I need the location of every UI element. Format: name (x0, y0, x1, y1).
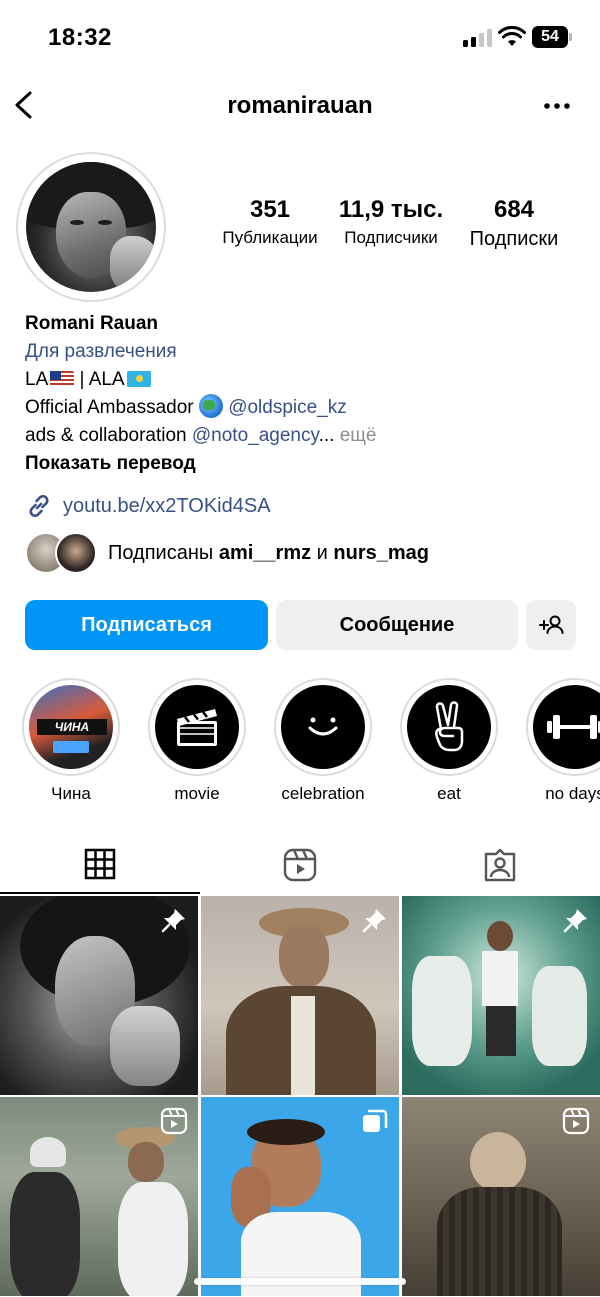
link-icon (29, 494, 49, 518)
followed-by[interactable]: Подписаны ami__rmz и nurs_mag (25, 532, 585, 576)
pin-icon (161, 909, 185, 933)
bio-more-link[interactable]: ещё (340, 425, 377, 446)
bio-ellipsis: ... (318, 425, 335, 446)
stat-posts-label: Публикации (222, 228, 318, 247)
stat-following-label: Подписки (469, 228, 559, 250)
status-bar: 18:32 54 (0, 0, 600, 76)
pin-icon (362, 909, 386, 933)
profile-category[interactable]: Для развлечения (25, 338, 585, 366)
profile-tabs (0, 836, 600, 894)
mention-oldspice[interactable]: @oldspice_kz (228, 397, 347, 418)
post-thumbnail[interactable] (402, 1097, 600, 1296)
clapperboard-icon (177, 709, 217, 746)
bio-ambassador-line: Official Ambassador @oldspice_kz (25, 394, 585, 422)
stat-posts[interactable]: 351 Публикации (208, 196, 332, 248)
battery-icon: 54 (532, 26, 572, 48)
message-button[interactable]: Сообщение (276, 600, 518, 650)
posts-grid (0, 896, 600, 1297)
highlight-label: eat (437, 784, 461, 803)
stat-followers[interactable]: 11,9 тыс. Подписчики (332, 196, 450, 248)
add-person-icon (539, 615, 564, 634)
followed-by-user-1: ami__rmz (218, 542, 312, 564)
status-time: 18:32 (48, 24, 112, 51)
stat-posts-value: 351 (249, 196, 291, 223)
profile-header: romanirauan (0, 78, 600, 134)
poster-title: ЧИНА (37, 719, 107, 735)
carousel-icon (363, 1109, 388, 1132)
bio-location-line: LA | ALA (25, 366, 585, 394)
follow-button[interactable]: Подписаться (25, 600, 268, 650)
battery-level: 54 (532, 26, 568, 48)
post-thumbnail[interactable] (201, 1097, 399, 1296)
highlight-label: celebration (281, 784, 365, 803)
stat-following-value: 684 (493, 196, 535, 223)
tab-tagged[interactable] (400, 836, 600, 894)
post-thumbnail[interactable] (0, 1097, 198, 1296)
wifi-icon (498, 26, 526, 46)
bio-location-ala: | ALA (74, 369, 125, 390)
show-translation-link[interactable]: Показать перевод (25, 450, 585, 478)
us-flag-icon (50, 371, 75, 387)
kz-flag-icon (126, 371, 151, 387)
cellular-signal-icon (463, 29, 493, 47)
tagged-icon (484, 848, 516, 882)
followed-by-prefix: Подписаны (108, 542, 219, 564)
reels-icon (160, 1107, 188, 1135)
followed-by-and: и (311, 542, 334, 564)
tab-grid[interactable] (0, 836, 200, 894)
profile-avatar[interactable] (16, 152, 166, 302)
post-thumbnail[interactable] (201, 896, 399, 1095)
stat-followers-label: Подписчики (344, 228, 438, 247)
profile-bio: Romani Rauan Для развлечения LA | ALA Of… (25, 310, 585, 478)
bio-ads-line: ads & collaboration @noto_agency... ещё (25, 422, 585, 450)
post-thumbnail[interactable] (0, 896, 198, 1095)
highlight-movie[interactable]: movie (148, 678, 246, 804)
highlight-label: Чина (51, 784, 91, 803)
reels-icon (562, 1107, 590, 1135)
highlight-no-days[interactable]: no days (526, 678, 600, 804)
avatar-photo (26, 162, 156, 292)
post-thumbnail[interactable] (402, 896, 600, 1095)
highlight-label: no days (545, 784, 600, 803)
bio-ambassador-text: Official Ambassador (25, 397, 199, 418)
peace-hand-icon (435, 701, 464, 752)
mention-noto-agency[interactable]: @noto_agency (192, 425, 319, 446)
home-indicator[interactable] (194, 1278, 406, 1285)
pin-icon (563, 909, 587, 933)
bio-location-la: LA (25, 369, 49, 390)
follower-avatar-2 (55, 532, 97, 574)
tab-reels[interactable] (200, 836, 400, 894)
highlight-celebration[interactable]: celebration (274, 678, 372, 804)
more-options-icon[interactable] (542, 96, 572, 116)
grid-icon (84, 848, 116, 880)
movie-poster-icon: ЧИНА (29, 685, 113, 769)
bio-ads-text: ads & collaboration (25, 425, 192, 446)
smile-icon (308, 717, 338, 736)
highlight-label: movie (174, 784, 220, 803)
followed-by-user-2: nurs_mag (333, 542, 430, 564)
stat-followers-value: 11,9 тыс. (338, 196, 444, 223)
suggest-users-button[interactable] (526, 600, 576, 650)
profile-name: Romani Rauan (25, 313, 159, 334)
followed-by-text: Подписаны ami__rmz и nurs_mag (108, 542, 429, 565)
highlight-eat[interactable]: eat (400, 678, 498, 804)
stat-following[interactable]: 684 Подписки (456, 196, 572, 251)
globe-icon (198, 394, 223, 418)
reels-icon (283, 848, 317, 882)
profile-link[interactable]: youtu.be/xx2TOKid4SA (25, 490, 271, 522)
profile-link-text: youtu.be/xx2TOKid4SA (63, 494, 271, 517)
dumbbell-icon (547, 715, 600, 739)
header-username: romanirauan (227, 92, 373, 119)
highlight-china[interactable]: ЧИНА Чина (22, 678, 120, 804)
